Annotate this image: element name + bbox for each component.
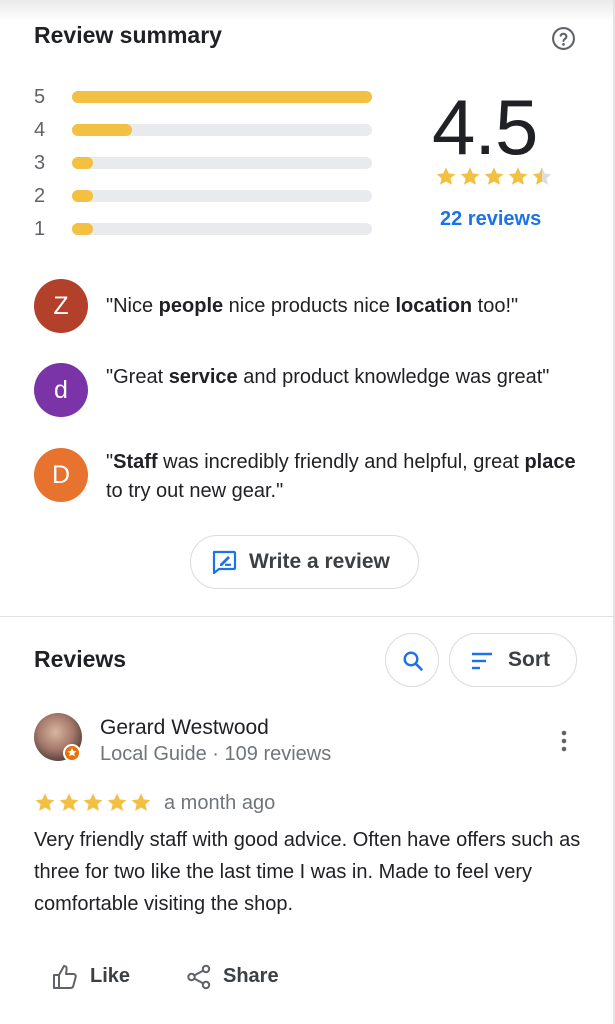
review-summary-title: Review summary xyxy=(34,22,222,48)
bar-fill xyxy=(72,124,132,136)
star-icon xyxy=(35,793,55,811)
snippet-quote: "Nice people nice products nice location… xyxy=(106,295,519,317)
bar-track xyxy=(72,190,372,202)
avatar: D xyxy=(34,448,88,502)
sort-button[interactable]: Sort xyxy=(449,633,577,687)
bar-label: 5 xyxy=(34,86,46,108)
search-reviews-button[interactable] xyxy=(385,633,439,687)
write-review-button[interactable]: Write a review xyxy=(190,535,419,589)
snippet-quote: "Great service and product knowledge was… xyxy=(106,366,550,388)
sort-label: Sort xyxy=(508,648,550,671)
bar-fill xyxy=(72,157,93,169)
star-icon xyxy=(107,793,127,811)
top-shade xyxy=(0,0,615,22)
rating-stars xyxy=(436,167,552,185)
star-icon xyxy=(508,167,528,185)
help-circle-icon[interactable] xyxy=(551,26,576,51)
review-text: Very friendly staff with good advice. Of… xyxy=(34,829,581,915)
review-date: a month ago xyxy=(164,792,276,814)
bar-row-3[interactable]: 3 xyxy=(34,150,394,183)
reviewer-name[interactable]: Gerard Westwood xyxy=(100,716,269,740)
star-icon xyxy=(460,167,480,185)
star-icon xyxy=(131,793,151,811)
bar-fill xyxy=(72,223,93,235)
like-label: Like xyxy=(90,965,131,987)
review-count-link[interactable]: 22 reviews xyxy=(440,208,541,231)
bar-fill xyxy=(72,190,93,202)
bar-label: 2 xyxy=(34,185,46,207)
star-icon xyxy=(83,793,103,811)
share-label: Share xyxy=(223,965,279,987)
star-icon xyxy=(59,793,79,811)
star-icon xyxy=(484,167,504,185)
bar-row-5[interactable]: 5 xyxy=(34,84,394,117)
bar-label: 1 xyxy=(34,218,46,240)
write-review-label: Write a review xyxy=(249,550,390,573)
reviewer-meta: Local Guide · 109 reviews xyxy=(100,743,332,765)
snippet-quote: "Staff was incredibly friendly and helpf… xyxy=(106,451,576,502)
local-guide-badge-icon xyxy=(63,744,81,762)
star-icon xyxy=(532,167,552,185)
bar-label: 4 xyxy=(34,119,46,141)
star-icon xyxy=(436,167,456,185)
search-icon xyxy=(403,651,423,671)
bar-label: 3 xyxy=(34,152,46,174)
sort-icon xyxy=(472,652,492,670)
bar-row-1[interactable]: 1 xyxy=(34,216,394,249)
bar-track xyxy=(72,223,372,235)
avatar: Z xyxy=(34,279,88,333)
thumb-up-icon xyxy=(53,965,77,989)
bar-fill xyxy=(72,91,372,103)
average-rating: 4.5 xyxy=(432,83,538,171)
bar-row-4[interactable]: 4 xyxy=(34,117,394,150)
share-icon xyxy=(187,964,211,990)
rate-review-icon xyxy=(212,550,237,574)
avatar: d xyxy=(34,363,88,417)
more-vert-icon[interactable] xyxy=(556,729,572,753)
reviews-title: Reviews xyxy=(34,646,127,672)
bar-row-2[interactable]: 2 xyxy=(34,183,394,216)
section-divider xyxy=(0,616,613,617)
bar-track xyxy=(72,157,372,169)
review-stars xyxy=(35,793,151,811)
bar-track xyxy=(72,91,372,103)
bar-track xyxy=(72,124,372,136)
